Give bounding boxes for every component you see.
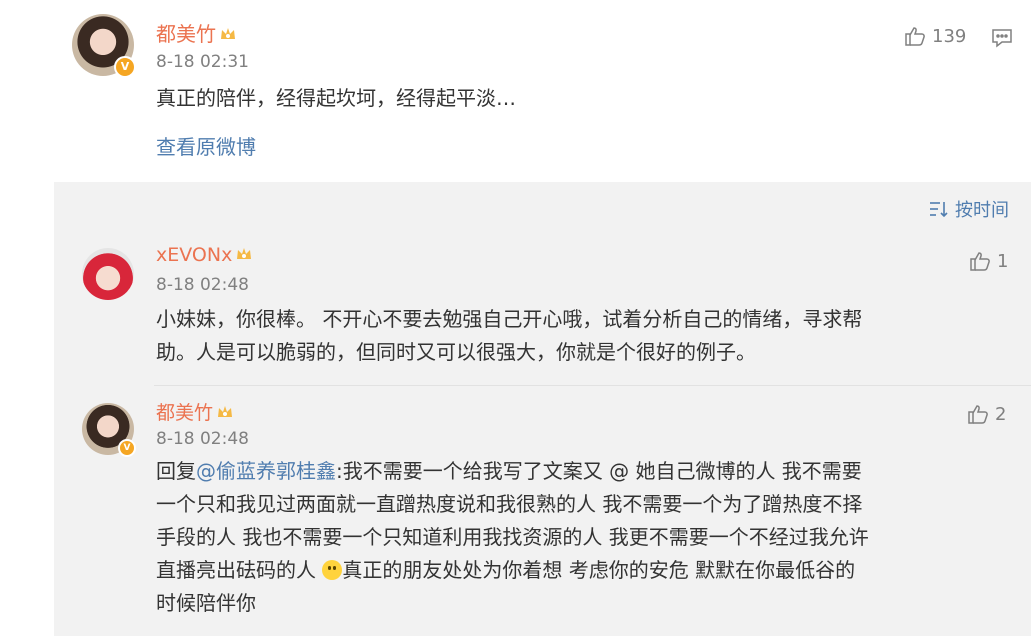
comment-text-line: 一个只和我见过两面就一直蹭热度说和我很熟的人 我不需要一个为了蹭热度不择 [156,492,863,516]
comment-author[interactable]: 都美竹 [156,398,234,425]
comment-text: 小妹妹，你很棒。 不开心不要去勉强自己开心哦，试着分析自己的情绪，寻求帮 助。人… [156,303,1016,369]
smile-emoji-icon [322,560,343,580]
vip-crown-icon [218,406,233,417]
mention-link[interactable]: @偷蓝养郭桂鑫 [196,459,336,483]
post-like-button[interactable]: 139 [904,25,966,47]
comment-text-line: 时候陪伴你 [156,591,256,615]
comment-text-line: 助。人是可以脆弱的，但同时又可以很强大，你就是个很好的例子。 [156,340,756,364]
comment-text-line: 回复@偷蓝养郭桂鑫:我不需要一个给我写了文案又 @ 她自己微博的人 我不需要 [156,455,1021,488]
verified-badge-icon: V [118,439,136,457]
comment-text-segment: 真正的朋友处处为你着想 考虑你的安危 默默在你最低谷的 [342,558,856,582]
post-time: 8-18 02:31 [156,52,249,72]
comment-author-name[interactable]: 都美竹 [156,402,213,424]
comment-text-line: 手段的人 我也不需要一个只知道利用我找资源的人 我更不需要一个不经过我允许 [156,525,869,549]
verified-badge-icon: V [114,56,136,78]
post-text: 真正的陪伴，经得起坎坷，经得起平淡… [156,86,516,110]
comment-like-count: 1 [997,250,1009,272]
comment-like-button[interactable]: 2 [967,403,1006,425]
thumbs-up-icon [970,252,990,271]
comment-icon[interactable] [991,28,1013,48]
comment-text: 回复@偷蓝养郭桂鑫:我不需要一个给我写了文案又 @ 她自己微博的人 我不需要 一… [156,455,1021,620]
post-author[interactable]: 都美竹 [156,18,237,47]
sort-icon [930,202,948,218]
comment-text-line: 小妹妹，你很棒。 不开心不要去勉强自己开心哦，试着分析自己的情绪，寻求帮 [156,307,863,331]
avatar[interactable]: V [82,403,136,457]
comment-like-count: 2 [995,403,1007,425]
original-post: V 都美竹 8-18 02:31 真正的陪伴，经得起坎坷，经得起平淡… 查看原微… [0,0,1031,182]
comment-like-button[interactable]: 1 [969,250,1008,272]
comment-time: 8-18 02:48 [156,275,249,295]
post-like-count: 139 [932,25,967,47]
comment-author[interactable]: xEVONx [156,244,253,266]
reply-prefix: 回复 [156,459,196,483]
post-author-name[interactable]: 都美竹 [156,22,216,46]
comment-text-segment: 直播亮出砝码的人 [156,558,323,582]
avatar[interactable] [82,248,134,300]
vip-crown-icon [237,248,252,259]
divider [154,385,1031,386]
thumbs-up-icon [968,405,988,424]
sort-label: 按时间 [955,200,1009,221]
view-original-link[interactable]: 查看原微博 [156,131,256,164]
comment-time: 8-18 02:48 [156,429,249,449]
comment-text-segment: :我不需要一个给我写了文案又 @ 她自己微博的人 我不需要 [336,459,862,483]
comment-author-name[interactable]: xEVONx [156,244,232,266]
comments-section: 按时间 xEVONx 8-18 02:48 1 小妹妹，你很棒。 不开心不要去勉… [54,182,1031,636]
avatar-image [82,248,134,300]
sort-toggle[interactable]: 按时间 [929,196,1009,222]
avatar[interactable]: V [72,14,136,78]
vip-crown-icon [221,28,235,39]
thumbs-up-icon [905,27,925,46]
comment-text-line: 直播亮出砝码的人 真正的朋友处处为你着想 考虑你的安危 默默在你最低谷的 [156,554,1021,587]
